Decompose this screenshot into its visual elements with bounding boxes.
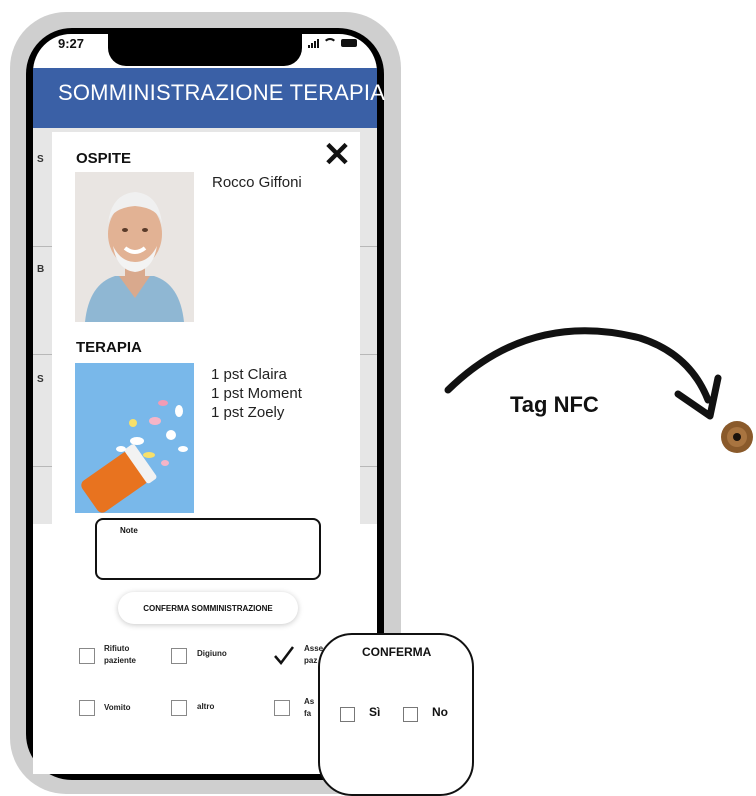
guest-section-title: OSPITE	[76, 150, 132, 167]
rifiuto-checkbox[interactable]	[79, 648, 95, 664]
wifi-icon	[323, 38, 337, 48]
drug-item: 1 pst Zoely	[211, 404, 285, 421]
nfc-label: Tag NFC	[510, 392, 599, 417]
as-label-line: fa	[304, 709, 312, 718]
signal-icon	[308, 38, 319, 48]
guest-name: Rocco Giffoni	[212, 174, 302, 191]
background-row-initial: B	[37, 264, 45, 275]
confirm-popup-title: CONFERMA	[362, 645, 432, 659]
note-label: Note	[120, 526, 138, 535]
as-label-line: As	[304, 697, 315, 706]
as-checkbox[interactable]	[274, 700, 290, 716]
therapy-photo	[75, 363, 194, 513]
vomito-checkbox[interactable]	[79, 700, 95, 716]
status-time: 9:27	[58, 36, 85, 51]
battery-icon	[341, 39, 357, 47]
rifiuto-label: Rifiuto paziente	[104, 643, 136, 667]
guest-portrait-illustration	[75, 172, 194, 322]
therapy-drug-list: 1 pst Claira 1 pst Moment 1 pst Zoely	[211, 365, 302, 422]
confirm-administration-button[interactable]: CONFERMA SOMMINISTRAZIONE	[118, 592, 298, 624]
guest-photo	[75, 172, 194, 322]
pills-illustration	[75, 363, 194, 513]
altro-checkbox[interactable]	[171, 700, 187, 716]
yes-checkbox[interactable]	[340, 707, 355, 722]
no-label: No	[432, 705, 448, 719]
yes-label: Sì	[369, 705, 381, 719]
close-icon[interactable]: ✕	[322, 138, 352, 174]
digiuno-checkbox[interactable]	[171, 648, 187, 664]
app-title: SOMMINISTRAZIONE TERAPIA	[58, 80, 386, 105]
rifiuto-label-line: Rifiuto	[104, 644, 130, 653]
no-checkbox[interactable]	[403, 707, 418, 722]
rifiuto-label-line: paziente	[104, 656, 137, 665]
as-label: As fa	[304, 696, 314, 720]
status-icons	[308, 38, 357, 48]
check-icon	[274, 646, 294, 665]
therapy-section-title: TERAPIA	[76, 339, 142, 356]
background-row-initial: S	[37, 374, 44, 385]
phone-notch	[108, 34, 302, 66]
nfc-tag-icon	[721, 421, 753, 453]
drug-item: 1 pst Moment	[211, 385, 302, 402]
altro-label: altro	[197, 702, 215, 711]
drug-item: 1 pst Claira	[211, 366, 287, 383]
digiuno-label: Digiuno	[197, 649, 227, 658]
vomito-label: Vomito	[104, 703, 131, 712]
background-row-initial: S	[37, 154, 44, 165]
